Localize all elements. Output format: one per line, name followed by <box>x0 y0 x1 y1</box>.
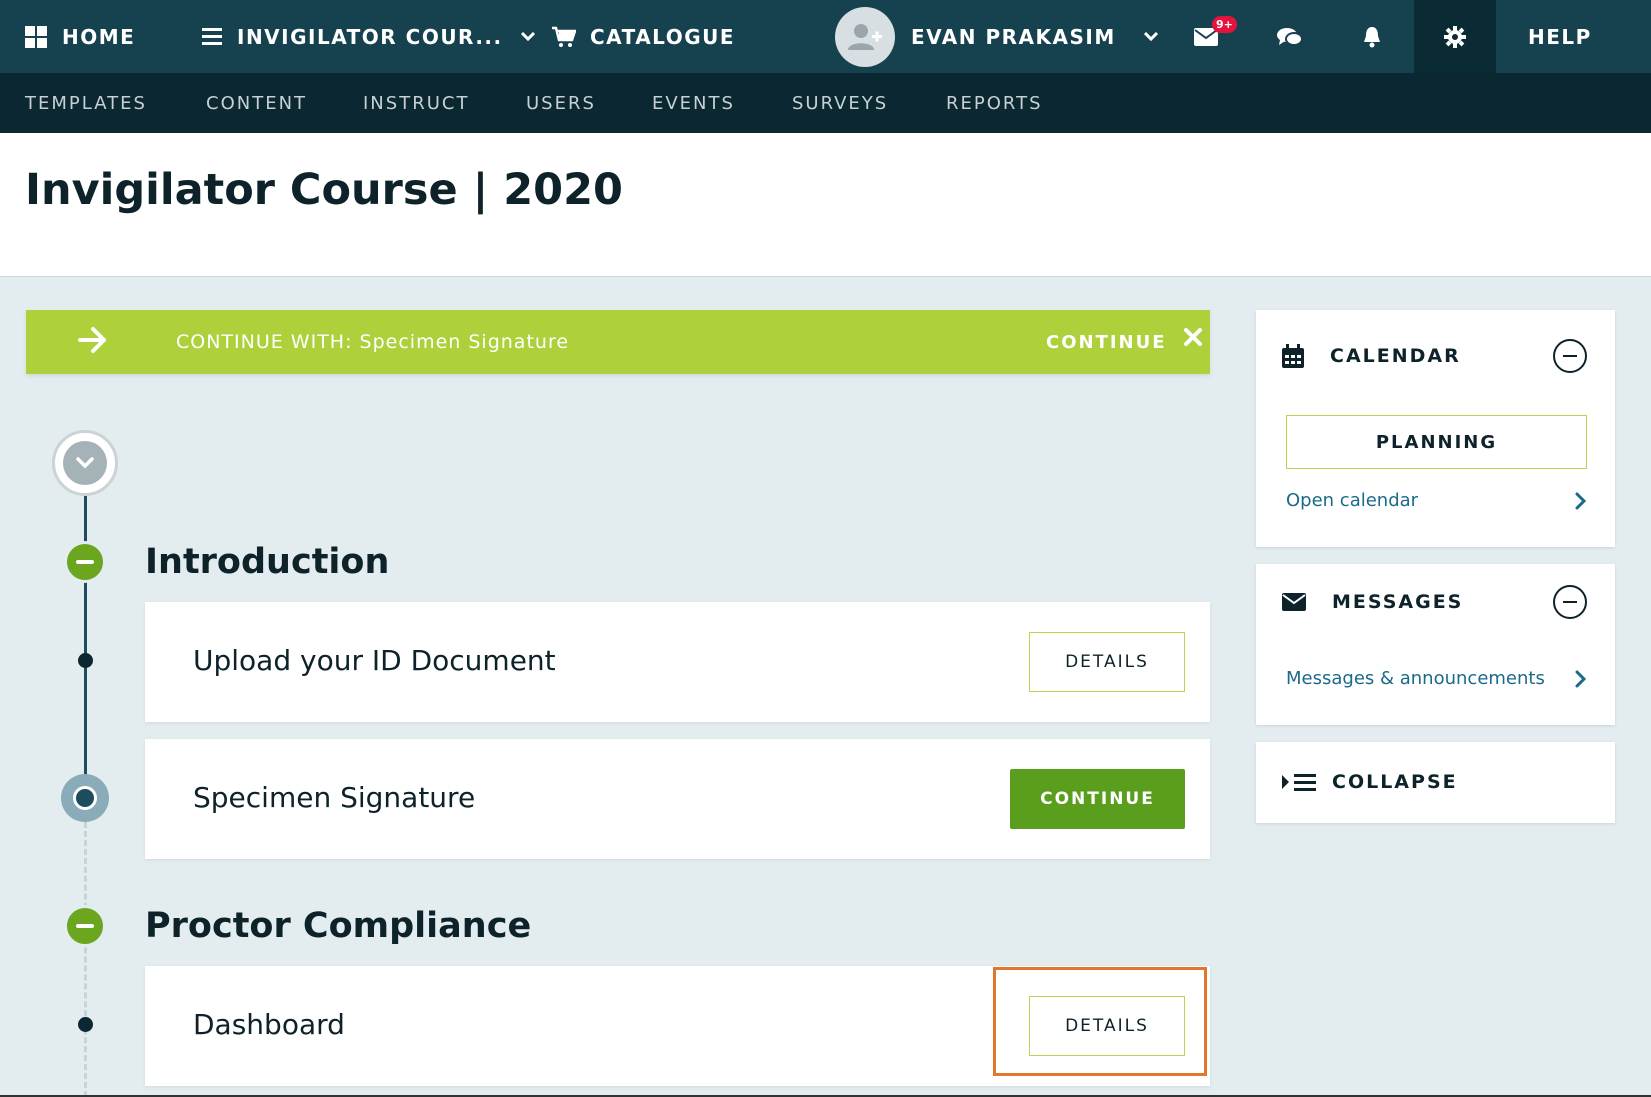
chevron-down-icon <box>76 457 94 469</box>
subnav-reports[interactable]: REPORTS <box>946 73 1043 133</box>
subnav-templates[interactable]: TEMPLATES <box>25 73 147 133</box>
list-item: Specimen Signature CONTINUE <box>145 739 1210 859</box>
continue-banner: CONTINUE WITH: Specimen Signature CONTIN… <box>26 310 1210 374</box>
avatar <box>835 6 895 67</box>
calendar-title: CALENDAR <box>1330 345 1461 367</box>
arrow-right-icon <box>78 327 106 353</box>
messages-title: MESSAGES <box>1332 591 1464 613</box>
envelope-icon <box>1282 593 1306 611</box>
messages-link-label: Messages & announcements <box>1286 668 1545 689</box>
section-title: Proctor Compliance <box>145 906 532 946</box>
gear-icon <box>1444 25 1466 48</box>
messages-button[interactable] <box>1194 0 1218 73</box>
calendar-panel: CALENDAR PLANNING Open calendar <box>1256 310 1615 547</box>
banner-continue-button[interactable]: CONTINUE <box>1046 332 1167 353</box>
page-header: Invigilator Course | 2020 <box>0 133 1651 277</box>
section-collapse-icon[interactable] <box>64 905 106 947</box>
banner-text: CONTINUE WITH: Specimen Signature <box>176 331 569 353</box>
item-title: Specimen Signature <box>193 781 476 814</box>
open-calendar-link[interactable]: Open calendar <box>1286 490 1587 511</box>
bell-icon <box>1364 26 1380 47</box>
home-nav[interactable]: HOME <box>25 0 135 73</box>
catalogue-label: CATALOGUE <box>590 24 736 49</box>
banner-item: Specimen Signature <box>359 331 570 353</box>
timeline-dot <box>78 1017 93 1032</box>
timeline-current-marker <box>61 774 109 822</box>
chat-icon <box>1277 27 1303 46</box>
item-title: Dashboard <box>193 1008 345 1041</box>
timeline-dot <box>78 653 93 668</box>
help-label: HELP <box>1528 24 1592 49</box>
user-menu[interactable]: EVAN PRAKASIM <box>835 0 1158 73</box>
collapse-menu-icon <box>1282 774 1316 791</box>
banner-prefix: CONTINUE WITH: <box>176 331 353 353</box>
continue-button[interactable]: CONTINUE <box>1010 769 1185 829</box>
chevron-down-icon <box>520 31 535 41</box>
notification-badge: 9+ <box>1212 16 1237 33</box>
timeline-toggle[interactable] <box>52 430 118 496</box>
chat-button[interactable] <box>1277 0 1303 73</box>
page-title: Invigilator Course | 2020 <box>25 165 623 215</box>
course-dropdown[interactable]: INVIGILATOR COUR... <box>202 0 535 73</box>
messages-collapse-button[interactable] <box>1553 585 1587 619</box>
messages-panel: MESSAGES Messages & announcements <box>1256 564 1615 725</box>
section-title: Introduction <box>145 542 390 582</box>
calendar-icon <box>1282 344 1304 368</box>
user-name: EVAN PRAKASIM <box>911 24 1116 49</box>
help-link[interactable]: HELP <box>1528 0 1592 73</box>
calendar-collapse-button[interactable] <box>1553 339 1587 373</box>
notifications-button[interactable] <box>1362 0 1382 73</box>
highlight-box <box>993 967 1207 1076</box>
collapse-panel[interactable]: COLLAPSE <box>1256 742 1615 823</box>
timeline-dashed-line <box>84 822 87 1097</box>
messages-header: MESSAGES <box>1282 582 1463 622</box>
subnav-surveys[interactable]: SURVEYS <box>792 73 888 133</box>
cart-icon <box>552 26 576 47</box>
subnav-users[interactable]: USERS <box>526 73 596 133</box>
calendar-header: CALENDAR <box>1282 336 1461 376</box>
course-label: INVIGILATOR COUR... <box>237 24 503 49</box>
planning-button[interactable]: PLANNING <box>1286 415 1587 469</box>
chevron-down-icon <box>1143 31 1158 41</box>
menu-icon <box>202 27 222 45</box>
grid-icon <box>25 25 47 48</box>
close-icon[interactable] <box>1184 328 1202 346</box>
settings-button[interactable] <box>1414 0 1496 73</box>
messages-link[interactable]: Messages & announcements <box>1286 668 1587 689</box>
home-label: HOME <box>62 24 136 49</box>
chevron-right-icon <box>1575 670 1587 687</box>
item-title: Upload your ID Document <box>193 644 556 677</box>
collapse-button[interactable]: COLLAPSE <box>1282 762 1458 802</box>
open-calendar-label: Open calendar <box>1286 490 1419 511</box>
section-collapse-icon[interactable] <box>64 541 106 583</box>
catalogue-nav[interactable]: CATALOGUE <box>552 0 735 73</box>
sub-nav: TEMPLATES CONTENT INSTRUCT USERS EVENTS … <box>0 73 1651 133</box>
top-bar: HOME INVIGILATOR COUR... CATALOGUE EVAN … <box>0 0 1651 73</box>
list-item: Upload your ID Document DETAILS <box>145 602 1210 722</box>
subnav-instruct[interactable]: INSTRUCT <box>363 73 469 133</box>
chevron-right-icon <box>1575 492 1587 509</box>
subnav-events[interactable]: EVENTS <box>652 73 735 133</box>
subnav-content[interactable]: CONTENT <box>206 73 307 133</box>
details-button[interactable]: DETAILS <box>1029 632 1185 692</box>
user-add-icon <box>848 23 882 50</box>
collapse-label: COLLAPSE <box>1332 771 1458 793</box>
